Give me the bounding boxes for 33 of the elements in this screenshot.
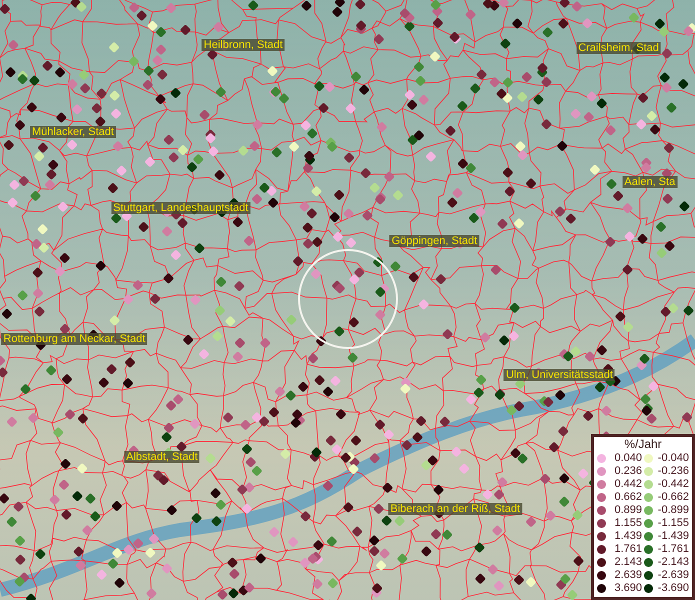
place-label: Göppingen, Stadt (390, 235, 480, 248)
legend-value: 2.143 (614, 557, 642, 568)
legend-value: -1.761 (658, 544, 689, 555)
legend-value: 3.690 (614, 583, 642, 594)
legend-value: -0.236 (658, 466, 689, 477)
legend-value: -1.439 (658, 531, 689, 542)
legend-value: 0.662 (614, 492, 642, 503)
legend-value: -3.690 (658, 583, 689, 594)
place-label: Stuttgart, Landeshauptstadt (111, 202, 250, 214)
legend-value: 2.639 (614, 570, 642, 581)
legend-value: -0.442 (658, 479, 689, 490)
legend-title: %/Jahr (624, 437, 662, 452)
place-label: Biberach an der Riß, Stadt (388, 502, 522, 515)
legend-value: -2.143 (658, 557, 689, 568)
place-label: Rottenburg am Neckar, Stadt (1, 333, 148, 345)
place-label: Albstadt, Stadt (124, 451, 200, 464)
legend-value: 0.040 (614, 453, 642, 464)
legend-value: 0.899 (614, 505, 642, 516)
place-label: Mühlacker, Stadt (30, 126, 116, 138)
legend-value: -0.899 (658, 505, 689, 516)
legend-value: 0.442 (614, 479, 642, 490)
legend-value: 1.439 (614, 531, 642, 542)
place-label: Crailsheim, Stad (576, 42, 661, 54)
place-label: Heilbronn, Stadt (202, 39, 285, 51)
legend-value: 1.155 (614, 518, 642, 529)
legend-value: -0.040 (658, 453, 689, 464)
place-label: Aalen, Sta (622, 176, 678, 188)
legend-value: -0.662 (658, 492, 689, 503)
legend-value: -2.639 (658, 570, 689, 581)
legend-value: 1.761 (614, 544, 642, 555)
legend-value: -1.155 (658, 518, 689, 529)
place-label: Ulm, Universitätsstadt (504, 369, 615, 381)
legend-value: 0.236 (614, 466, 642, 477)
